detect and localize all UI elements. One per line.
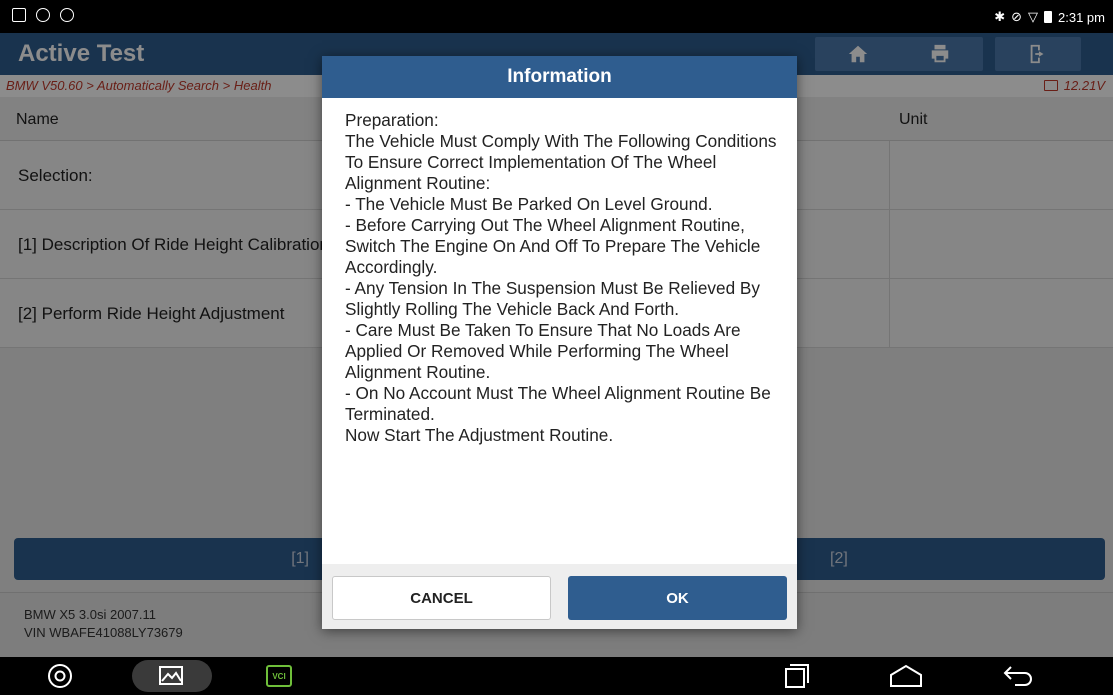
status-time: 2:31 pm — [1058, 9, 1105, 25]
information-dialog: Information Preparation: The Vehicle Mus… — [322, 56, 797, 629]
back-button[interactable] — [996, 660, 1040, 692]
ok-button[interactable]: OK — [568, 576, 787, 620]
cancel-button[interactable]: CANCEL — [332, 576, 551, 620]
settings-notification-icon — [60, 8, 74, 22]
dialog-message: Preparation: The Vehicle Must Comply Wit… — [345, 110, 777, 445]
vci-button[interactable]: VCI — [262, 660, 296, 692]
screenshot-notification-icon — [12, 8, 26, 22]
do-not-disturb-icon: ⊘ — [1011, 9, 1023, 24]
wifi-icon: ▽ — [1028, 9, 1039, 24]
usb-notification-icon — [36, 8, 50, 22]
battery-icon — [1044, 11, 1053, 23]
chrome-icon — [48, 664, 72, 688]
back-icon — [1003, 666, 1032, 686]
status-notifications — [12, 8, 74, 22]
dialog-footer: CANCEL OK — [322, 564, 797, 629]
home-nav-button[interactable] — [884, 660, 928, 692]
gallery-icon — [159, 666, 183, 685]
recent-apps-icon — [785, 664, 809, 688]
vci-icon: VCI — [266, 665, 292, 687]
status-system: ✱ ⊘ ▽ 2:31 pm — [994, 9, 1105, 25]
bluetooth-icon: ✱ — [994, 9, 1006, 24]
browser-button[interactable] — [40, 660, 80, 692]
status-bar: ✱ ⊘ ▽ 2:31 pm — [0, 0, 1113, 33]
dialog-title: Information — [322, 56, 797, 98]
recent-apps-button[interactable] — [774, 660, 818, 692]
gallery-button[interactable] — [132, 660, 212, 692]
navigation-bar: VCI — [0, 657, 1113, 695]
home-nav-icon — [890, 664, 922, 687]
